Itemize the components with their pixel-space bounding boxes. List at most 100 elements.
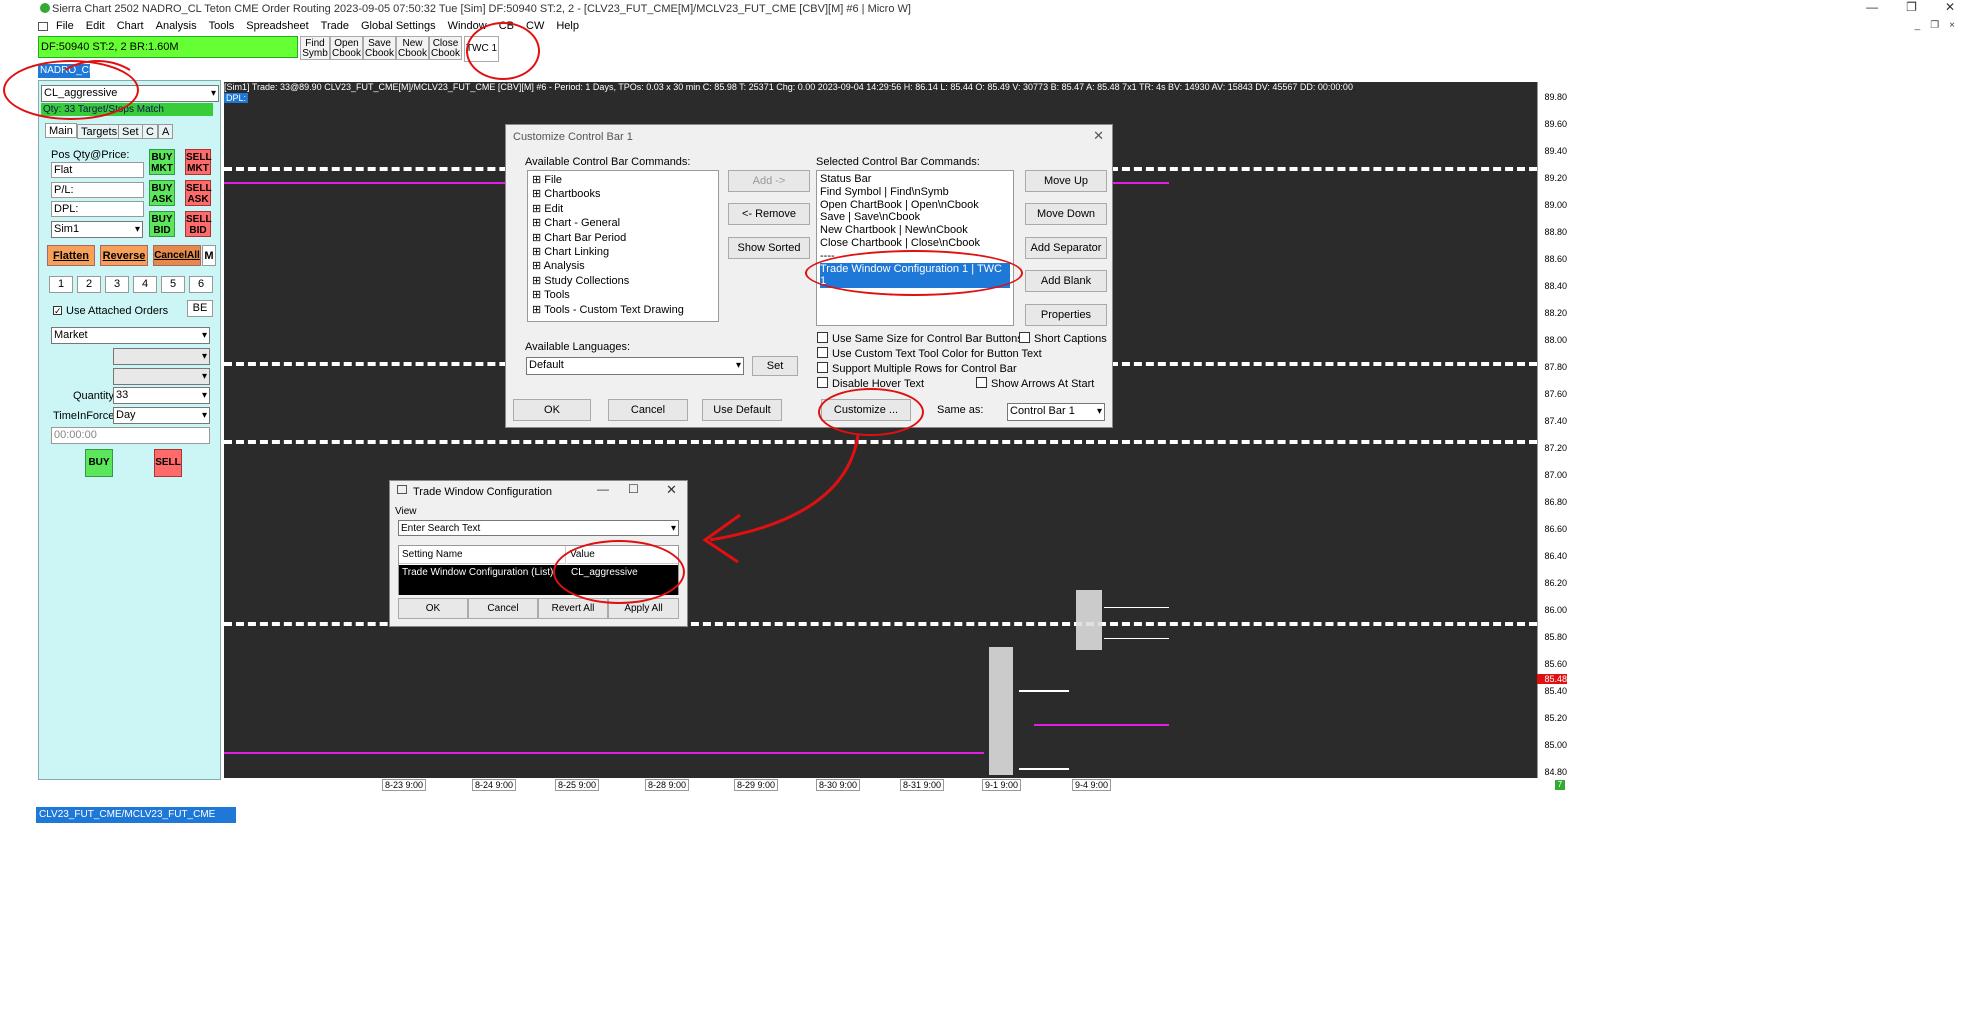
set-button[interactable]: Set [752, 356, 798, 376]
m-button[interactable]: M [202, 245, 216, 266]
sell-bid-button[interactable]: SELL BID [185, 211, 212, 237]
cancel-button[interactable]: Cancel [468, 598, 538, 619]
cancel-button[interactable]: Cancel [608, 399, 688, 421]
menu-global-settings[interactable]: Global Settings [361, 20, 436, 32]
menu-file[interactable]: File [56, 20, 74, 32]
find-symbol-button[interactable]: Find Symb [300, 36, 330, 60]
list-item[interactable]: ⊞ Chartbooks [532, 187, 714, 201]
sell-ask-button[interactable]: SELL ASK [185, 180, 212, 206]
buy-button[interactable]: BUY [85, 449, 113, 477]
quantity-select[interactable]: 33 [113, 387, 210, 404]
qty-preset-2[interactable]: 2 [77, 276, 101, 293]
tif-select[interactable]: Day [113, 407, 210, 424]
close-icon[interactable]: ✕ [666, 482, 677, 498]
order-type-select[interactable]: Market [51, 327, 210, 344]
menu-help[interactable]: Help [556, 20, 579, 32]
menu-chart[interactable]: Chart [117, 20, 144, 32]
flatten-button[interactable]: Flatten [47, 245, 95, 266]
tab-c[interactable]: C [142, 124, 158, 139]
tab-set[interactable]: Set [118, 124, 143, 139]
system-menu-icon[interactable] [38, 21, 48, 31]
use-default-button[interactable]: Use Default [702, 399, 782, 421]
same-as-select[interactable]: Control Bar 1 [1007, 403, 1105, 421]
chart-window-tab[interactable]: CLV23_FUT_CME/MCLV23_FUT_CME [CBV] #6 [36, 807, 236, 836]
time-axis[interactable]: 8-23 9:00 8-24 9:00 8-25 9:00 8-28 9:00 … [224, 778, 1537, 792]
tab-a[interactable]: A [158, 124, 174, 139]
remove-button[interactable]: <- Remove [728, 203, 810, 225]
qty-preset-6[interactable]: 6 [189, 276, 213, 293]
minimize-icon[interactable]: — [597, 482, 609, 496]
close-chartbook-button[interactable]: Close Cbook [429, 36, 462, 60]
reverse-button[interactable]: Reverse [100, 245, 148, 266]
price-axis[interactable]: 89.80 89.60 89.40 89.20 89.00 88.80 88.6… [1537, 82, 1567, 778]
multiple-rows-checkbox[interactable]: Support Multiple Rows for Control Bar [817, 362, 1017, 375]
list-item[interactable]: ⊞ Analysis [532, 259, 714, 273]
list-item[interactable]: ⊞ Study Collections [532, 274, 714, 288]
buy-market-button[interactable]: BUY MKT [149, 149, 175, 175]
tab-targets[interactable]: Targets [77, 124, 122, 139]
ok-button[interactable]: OK [513, 399, 591, 421]
list-item[interactable]: ⊞ Chart Linking [532, 245, 714, 259]
save-chartbook-button[interactable]: Save Cbook [363, 36, 396, 60]
ok-button[interactable]: OK [398, 598, 468, 619]
qty-preset-1[interactable]: 1 [49, 276, 73, 293]
list-item[interactable]: Status Bar [820, 173, 1010, 186]
same-size-checkbox[interactable]: Use Same Size for Control Bar Buttons [817, 332, 1023, 345]
price1-select[interactable] [113, 348, 210, 365]
be-button[interactable]: BE [187, 300, 213, 317]
menu-edit[interactable]: Edit [86, 20, 105, 32]
add-separator-button[interactable]: Add Separator [1025, 237, 1107, 259]
qty-preset-4[interactable]: 4 [133, 276, 157, 293]
show-arrows-checkbox[interactable]: Show Arrows At Start [976, 377, 1094, 390]
menu-analysis[interactable]: Analysis [156, 20, 197, 32]
move-down-button[interactable]: Move Down [1025, 203, 1107, 225]
qty-preset-3[interactable]: 3 [105, 276, 129, 293]
selected-commands-list[interactable]: Status Bar Find Symbol | Find\nSymb Open… [816, 170, 1014, 326]
sell-button[interactable]: SELL [154, 449, 182, 477]
menu-spreadsheet[interactable]: Spreadsheet [246, 20, 308, 32]
search-input[interactable]: Enter Search Text [398, 520, 679, 536]
list-item[interactable]: ⊞ Chart - General [532, 216, 714, 230]
menu-trade[interactable]: Trade [321, 20, 349, 32]
list-item[interactable]: ⊞ File [532, 173, 714, 187]
list-item[interactable]: ⊞ Tools - Custom Text Drawing [532, 303, 714, 317]
mdi-close-button[interactable]: × [1949, 20, 1955, 31]
show-sorted-button[interactable]: Show Sorted [728, 237, 810, 259]
add-blank-button[interactable]: Add Blank [1025, 270, 1107, 292]
time-input[interactable]: 00:00:00 [51, 427, 210, 444]
price2-select[interactable] [113, 368, 210, 385]
add-button[interactable]: Add -> [728, 170, 810, 192]
close-button[interactable]: ✕ [1945, 0, 1955, 14]
list-item[interactable]: ⊞ Chart Bar Period [532, 231, 714, 245]
minimize-button[interactable]: — [1866, 0, 1878, 14]
custom-text-color-checkbox[interactable]: Use Custom Text Tool Color for Button Te… [817, 347, 1042, 360]
list-item[interactable]: Find Symbol | Find\nSymb [820, 186, 1010, 199]
open-chartbook-button[interactable]: Open Cbook [330, 36, 363, 60]
account-select[interactable]: Sim1 [51, 221, 143, 238]
list-item[interactable]: Close Chartbook | Close\nCbook [820, 237, 1010, 250]
cancel-all-button[interactable]: CancelAll [153, 245, 201, 266]
buy-bid-button[interactable]: BUY BID [149, 211, 175, 237]
properties-button[interactable]: Properties [1025, 304, 1107, 326]
mdi-restore-button[interactable]: ❐ [1930, 20, 1939, 31]
menu-tools[interactable]: Tools [209, 20, 235, 32]
maximize-button[interactable]: ❐ [1906, 0, 1917, 14]
list-item[interactable]: Open ChartBook | Open\nCbook [820, 199, 1010, 212]
close-icon[interactable]: ✕ [1093, 128, 1104, 144]
sell-market-button[interactable]: SELL MKT [185, 149, 212, 175]
qty-preset-5[interactable]: 5 [161, 276, 185, 293]
buy-ask-button[interactable]: BUY ASK [149, 180, 175, 206]
tab-main[interactable]: Main [45, 123, 77, 138]
list-item[interactable]: ⊞ Edit [532, 202, 714, 216]
list-item[interactable]: New Chartbook | New\nCbook [820, 224, 1010, 237]
list-item[interactable]: ⊞ Tools [532, 288, 714, 302]
new-chartbook-button[interactable]: New Cbook [396, 36, 429, 60]
maximize-icon[interactable]: ☐ [628, 482, 639, 496]
available-commands-list[interactable]: ⊞ File ⊞ Chartbooks ⊞ Edit ⊞ Chart - Gen… [527, 170, 719, 322]
mdi-minimize-button[interactable]: _ [1915, 20, 1921, 31]
short-captions-checkbox[interactable]: Short Captions [1019, 332, 1107, 345]
move-up-button[interactable]: Move Up [1025, 170, 1107, 192]
use-attached-orders-checkbox[interactable]: ✓ Use Attached Orders [53, 305, 168, 317]
list-item[interactable]: Save | Save\nCbook [820, 211, 1010, 224]
language-select[interactable]: Default [526, 357, 744, 375]
